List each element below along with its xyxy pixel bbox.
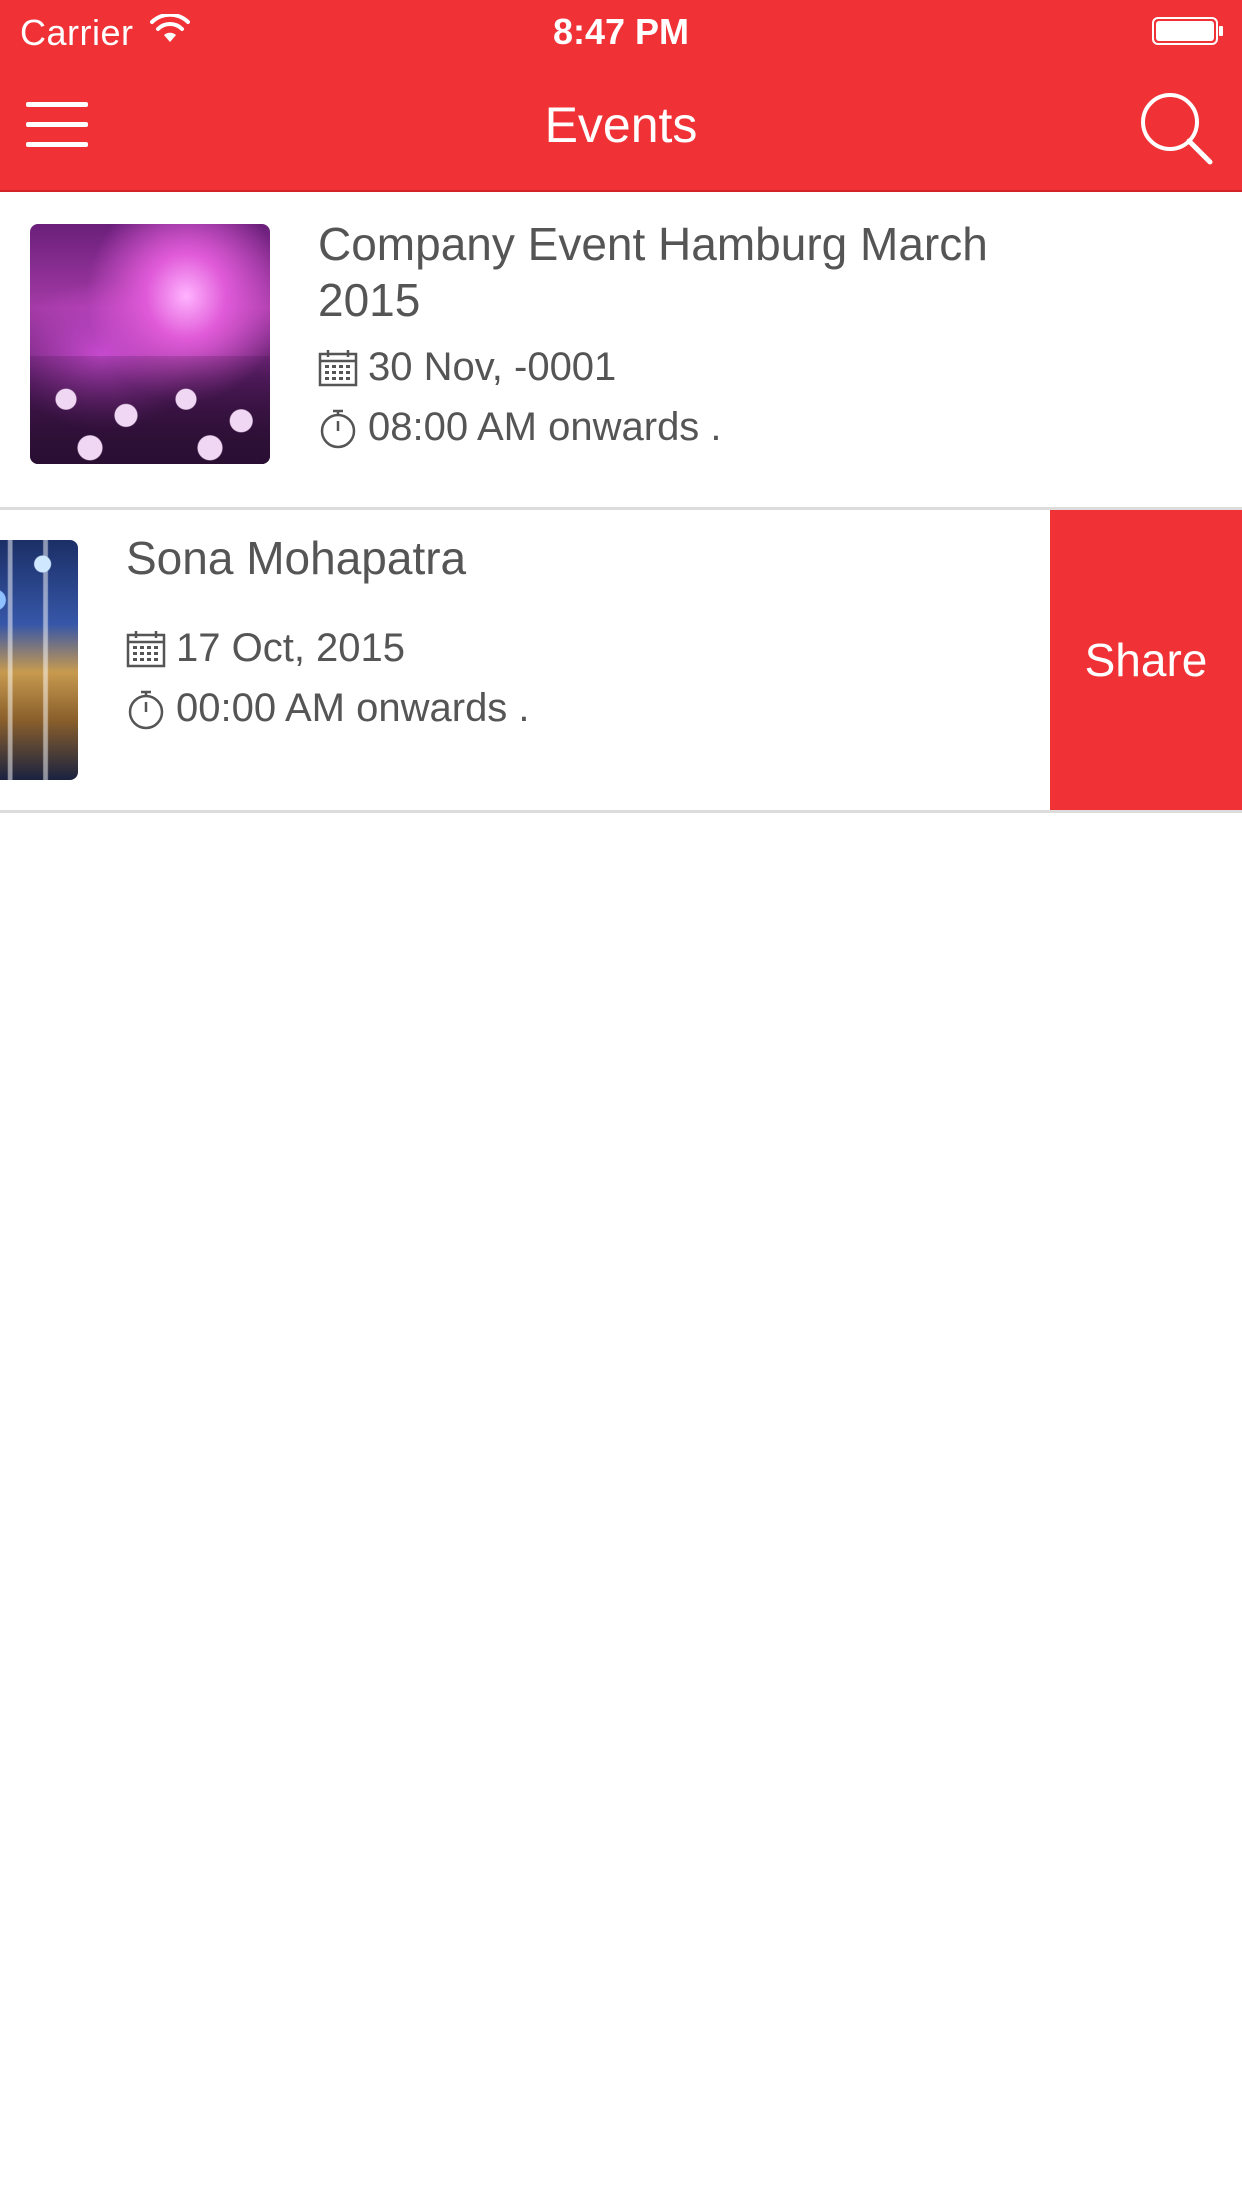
- nav-bar: Events: [0, 62, 1242, 190]
- calendar-icon: [126, 631, 166, 668]
- list-item[interactable]: Sona Mohapatra 17 Oct, 2015 00:00 AM onw…: [0, 510, 1242, 813]
- event-title: Sona Mohapatra: [126, 532, 467, 584]
- page-title: Events: [544, 97, 698, 153]
- event-time-text: 08:00 AM onwards .: [368, 405, 722, 449]
- event-thumbnail: [30, 224, 270, 464]
- calendar-icon: [318, 350, 358, 387]
- event-thumbnail: [0, 540, 78, 780]
- stopwatch-icon: [320, 409, 356, 449]
- event-time-text: 00:00 AM onwards .: [176, 686, 530, 730]
- event-date-text: 17 Oct, 2015: [176, 626, 406, 670]
- header: Carrier 8:47 PM Events: [0, 0, 1242, 192]
- status-time: 8:47 PM: [552, 11, 690, 52]
- stopwatch-icon: [128, 690, 164, 730]
- event-title: Company Event Hamburg March 2015: [318, 218, 988, 326]
- share-button[interactable]: Share: [1050, 510, 1242, 810]
- event-date-text: 30 Nov, -0001: [368, 345, 617, 389]
- status-bar: Carrier 8:47 PM: [0, 0, 1242, 62]
- events-screen: Carrier 8:47 PM Events Company Event Ham…: [0, 0, 1242, 2208]
- list-item[interactable]: Company Event Hamburg March 2015 30 Nov,…: [0, 192, 1242, 510]
- battery-icon: [1152, 17, 1223, 45]
- search-icon[interactable]: [1138, 90, 1214, 166]
